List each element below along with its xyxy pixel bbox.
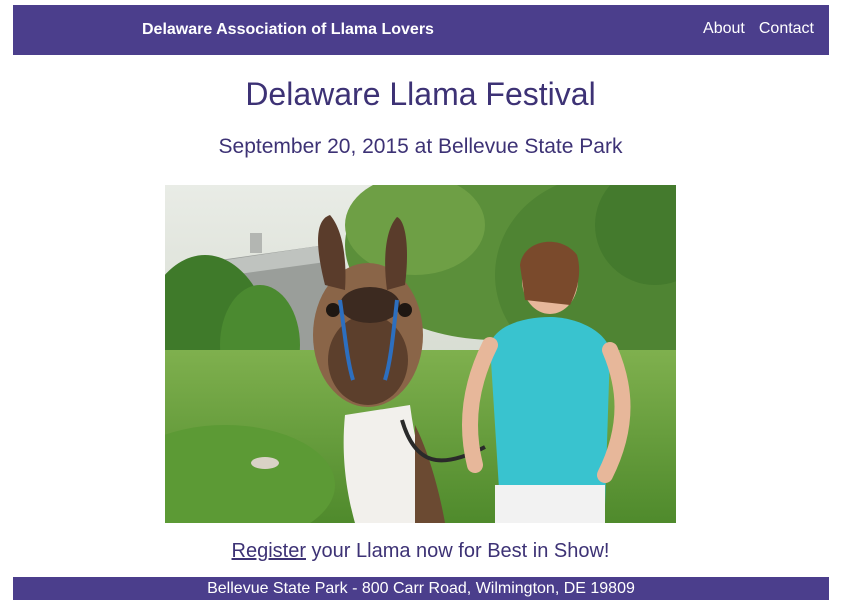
nav-about-link[interactable]: About [703,20,745,38]
llama-photo-illustration [165,185,676,523]
llama-photo [165,185,676,523]
site-header: Delaware Association of Llama Lovers Abo… [13,5,829,55]
event-date-location: September 20, 2015 at Bellevue State Par… [218,135,623,158]
main-nav: About Contact [703,20,814,38]
page-title: Delaware Llama Festival [245,76,596,112]
register-link[interactable]: Register [232,540,306,562]
nav-contact-link[interactable]: Contact [759,20,814,38]
site-brand-link[interactable]: Delaware Association of Llama Lovers [142,21,434,39]
page: Delaware Association of Llama Lovers Abo… [0,0,841,609]
register-cta: Register your Llama now for Best in Show… [0,540,841,563]
register-cta-text: your Llama now for Best in Show! [306,540,610,562]
site-footer: Bellevue State Park - 800 Carr Road, Wil… [13,577,829,600]
footer-address: Bellevue State Park - 800 Carr Road, Wil… [207,580,635,597]
